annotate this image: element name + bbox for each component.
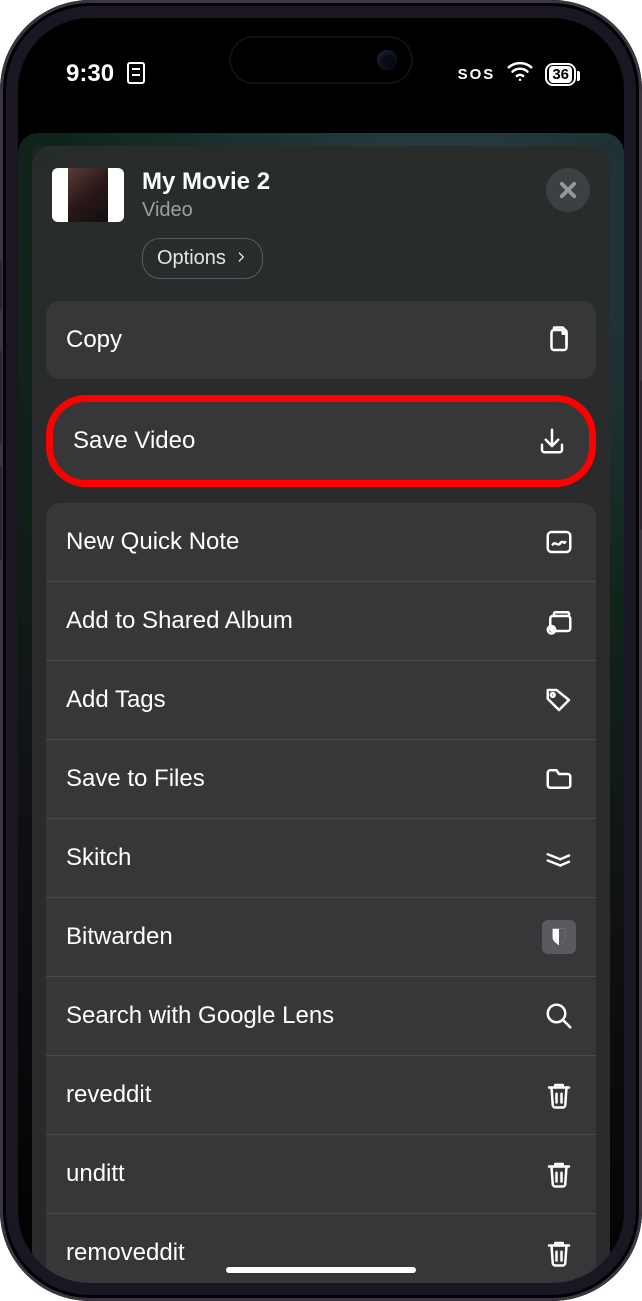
- copy-row[interactable]: Copy: [46, 301, 596, 379]
- dynamic-island: [231, 38, 411, 82]
- add-tags-label: Add Tags: [66, 686, 166, 714]
- action-group-save-video: Save Video: [46, 395, 596, 487]
- bitwarden-row[interactable]: Bitwarden: [46, 897, 596, 976]
- sos-indicator: SOS: [458, 66, 496, 83]
- action-group-copy: Copy: [46, 301, 596, 379]
- action-group-main: New Quick Note Add to Shared Album Add T…: [46, 503, 596, 1283]
- trash-icon: [542, 1157, 576, 1191]
- battery-indicator: 36: [545, 63, 576, 86]
- volume-up: [0, 350, 2, 445]
- save-video-row[interactable]: Save Video: [53, 402, 589, 480]
- unditt-label: unditt: [66, 1160, 125, 1188]
- screen: 9:30 SOS 36: [18, 18, 624, 1283]
- share-header: My Movie 2 Video Options: [46, 164, 596, 301]
- phone-frame: 9:30 SOS 36: [0, 0, 642, 1301]
- reveddit-row[interactable]: reveddit: [46, 1055, 596, 1134]
- reveddit-label: reveddit: [66, 1081, 151, 1109]
- save-video-label: Save Video: [73, 427, 195, 455]
- trash-icon: [542, 1078, 576, 1112]
- unditt-row[interactable]: unditt: [46, 1134, 596, 1213]
- search-icon: [542, 999, 576, 1033]
- video-thumbnail: [52, 168, 124, 222]
- download-icon: [535, 424, 569, 458]
- add-to-shared-album-label: Add to Shared Album: [66, 607, 293, 635]
- skitch-label: Skitch: [66, 844, 131, 872]
- mute-switch: [0, 260, 2, 310]
- add-to-shared-album-row[interactable]: Add to Shared Album: [46, 581, 596, 660]
- copy-icon: [542, 323, 576, 357]
- copy-label: Copy: [66, 326, 122, 354]
- status-time: 9:30: [66, 60, 145, 88]
- save-to-files-label: Save to Files: [66, 765, 205, 793]
- options-label: Options: [157, 247, 226, 270]
- search-google-lens-label: Search with Google Lens: [66, 1002, 334, 1030]
- share-sheet: My Movie 2 Video Options: [32, 146, 610, 1283]
- quick-note-icon: [542, 525, 576, 559]
- skitch-icon: [542, 841, 576, 875]
- focus-icon: [127, 62, 145, 84]
- close-button[interactable]: [546, 168, 590, 212]
- bitwarden-icon: [542, 920, 576, 954]
- volume-down: [0, 465, 2, 560]
- home-indicator[interactable]: [226, 1267, 416, 1273]
- skitch-row[interactable]: Skitch: [46, 818, 596, 897]
- share-title: My Movie 2: [142, 168, 528, 197]
- chevron-right-icon: [234, 247, 248, 270]
- folder-icon: [542, 762, 576, 796]
- trash-icon: [542, 1236, 576, 1270]
- search-google-lens-row[interactable]: Search with Google Lens: [46, 976, 596, 1055]
- new-quick-note-label: New Quick Note: [66, 528, 239, 556]
- options-button[interactable]: Options: [142, 238, 263, 279]
- removeddit-label: removeddit: [66, 1239, 185, 1267]
- new-quick-note-row[interactable]: New Quick Note: [46, 503, 596, 581]
- save-to-files-row[interactable]: Save to Files: [46, 739, 596, 818]
- tag-icon: [542, 683, 576, 717]
- add-tags-row[interactable]: Add Tags: [46, 660, 596, 739]
- bitwarden-label: Bitwarden: [66, 923, 173, 951]
- share-subtitle: Video: [142, 199, 528, 222]
- wifi-icon: [505, 56, 535, 93]
- shared-album-icon: [542, 604, 576, 638]
